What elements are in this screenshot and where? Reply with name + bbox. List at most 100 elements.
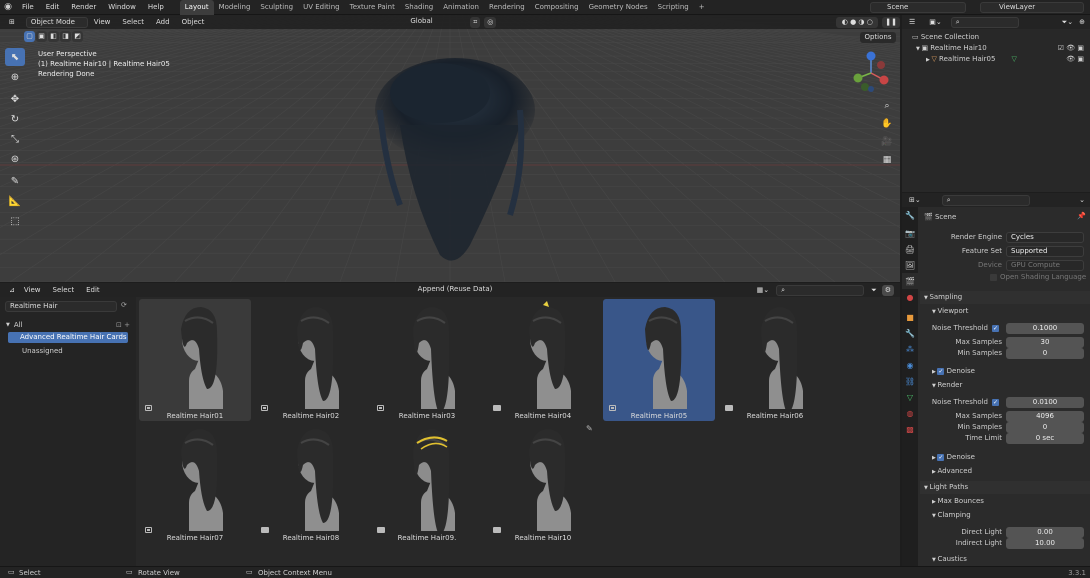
browser-editor-type-icon[interactable]: ⊿ — [6, 285, 18, 296]
select-subtract-icon[interactable]: ◧ — [48, 31, 59, 42]
vp-menu-view[interactable]: View — [88, 15, 117, 30]
hair-model[interactable] — [375, 58, 535, 261]
view-layer-tab-icon[interactable]: 🖼 — [902, 257, 918, 273]
clamping-subpanel-header[interactable]: ▼ Clamping — [920, 509, 1090, 522]
vp-max-field[interactable]: 30 — [1006, 337, 1084, 348]
outliner-editor-type-icon[interactable]: ☰ — [906, 17, 918, 28]
editor-type-icon[interactable]: ⊞ — [6, 17, 18, 28]
asset-tile[interactable]: Realtime Hair03 — [371, 299, 483, 421]
data-tab-icon[interactable]: ▽ — [902, 389, 918, 405]
annotate-tool-icon[interactable]: ✎ — [5, 172, 25, 190]
properties-search-input[interactable]: ⌕ — [941, 194, 1030, 206]
mode-selector[interactable]: Object Mode — [25, 16, 88, 28]
pin-icon[interactable]: 📌 — [1077, 212, 1086, 220]
catalog-unassigned[interactable]: Unassigned — [8, 346, 128, 357]
osl-checkbox[interactable] — [990, 274, 997, 281]
render-tab-icon[interactable]: 📷 — [902, 225, 918, 241]
vp-menu-object[interactable]: Object — [176, 15, 211, 30]
device-dropdown[interactable]: GPU Compute — [1006, 260, 1084, 271]
asset-tile[interactable]: Realtime Hair09. — [371, 421, 483, 543]
settings-gear-icon[interactable]: ⚙ — [881, 284, 895, 296]
time-limit-field[interactable]: 0 sec — [1006, 433, 1084, 444]
transform-tool-icon[interactable]: ⊛ — [5, 150, 25, 168]
outliner-filter-icon[interactable]: ⏷⌄ — [1059, 17, 1076, 28]
menu-window[interactable]: Window — [102, 0, 142, 15]
new-collection-icon[interactable]: ⊕ — [1076, 17, 1088, 28]
r-noise-checkbox[interactable]: ✓ — [992, 399, 999, 406]
rotate-tool-icon[interactable]: ↻ — [5, 110, 25, 128]
world-tab-icon[interactable]: ● — [902, 289, 918, 305]
vp-denoise-checkbox[interactable]: ✓ — [937, 368, 945, 375]
select-invert-icon[interactable]: ◨ — [60, 31, 71, 42]
max-bounces-subpanel-header[interactable]: ▶ Max Bounces — [920, 495, 1090, 508]
asset-tile[interactable]: Realtime Hair04 — [487, 299, 599, 421]
vp-menu-select[interactable]: Select — [116, 15, 150, 30]
scene-tab-icon[interactable]: 🎬 — [902, 273, 918, 289]
physics-tab-icon[interactable]: ◉ — [902, 357, 918, 373]
zoom-icon[interactable]: ⌕ — [878, 97, 896, 115]
asset-tile[interactable]: Realtime Hair05 — [603, 299, 715, 421]
tab-animation[interactable]: Animation — [438, 0, 484, 15]
measure-tool-icon[interactable]: 📐 — [5, 192, 25, 210]
vp-min-field[interactable]: 0 — [1006, 348, 1084, 359]
particles-tab-icon[interactable]: ⁂ — [902, 341, 918, 357]
pan-hand-icon[interactable]: ✋ — [878, 115, 896, 133]
tab-layout[interactable]: Layout — [179, 0, 214, 15]
display-mode-icon[interactable]: ▦⌄ — [754, 285, 772, 296]
constraints-tab-icon[interactable]: ⛓ — [902, 373, 918, 389]
3d-viewport[interactable]: ⊞ Object Mode View Select Add Object Glo… — [0, 15, 900, 282]
r-denoise-checkbox[interactable]: ✓ — [937, 454, 945, 461]
tool-tab-icon[interactable]: 🔧 — [902, 207, 918, 223]
refresh-library-icon[interactable]: ⟳ — [121, 301, 127, 309]
tab-rendering[interactable]: Rendering — [484, 0, 530, 15]
perspective-grid-icon[interactable]: ▦ — [878, 151, 896, 169]
tab-geometry-nodes[interactable]: Geometry Nodes — [584, 0, 653, 15]
asset-library-dropdown[interactable]: Realtime Hair — [5, 301, 117, 312]
blender-logo-icon[interactable]: ◉ — [0, 2, 16, 12]
new-catalog-icon[interactable]: ⊡ + — [116, 321, 130, 329]
tab-shading[interactable]: Shading — [400, 0, 438, 15]
catalog-advanced-hair-cards[interactable]: Advanced Realtime Hair Cards — [8, 332, 128, 343]
import-method-dropdown[interactable]: Append (Reuse Data) ⌄ — [414, 285, 494, 296]
viewport-subpanel-header[interactable]: ▼ Viewport — [920, 305, 1090, 318]
asset-tile[interactable]: Realtime Hair06 — [719, 299, 831, 421]
menu-file[interactable]: File — [16, 0, 40, 15]
options-button[interactable]: Options — [860, 32, 896, 43]
menu-help[interactable]: Help — [142, 0, 170, 15]
scale-tool-icon[interactable]: ⤡ — [5, 130, 25, 148]
object-tab-icon[interactable]: ■ — [902, 309, 918, 325]
properties-options-icon[interactable]: ⌄ — [1076, 195, 1088, 206]
tab-sculpting[interactable]: Sculpting — [255, 0, 298, 15]
asset-tile[interactable]: Realtime Hair07 — [139, 421, 251, 543]
view-layer-selector[interactable]: ViewLayer — [980, 2, 1084, 13]
catalog-all[interactable]: ▼ All ⊡ + — [6, 320, 130, 330]
tab-compositing[interactable]: Compositing — [530, 0, 584, 15]
menu-edit[interactable]: Edit — [40, 0, 66, 15]
indirect-light-field[interactable]: 10.00 — [1006, 538, 1084, 549]
tab-scripting[interactable]: Scripting — [653, 0, 694, 15]
pause-render-icon[interactable]: ❚❚ — [882, 16, 900, 28]
select-intersect-icon[interactable]: ◩ — [72, 31, 83, 42]
select-extend-icon[interactable]: ▣ — [36, 31, 47, 42]
render-engine-dropdown[interactable]: Cycles — [1006, 232, 1084, 243]
visibility-eye-icon[interactable]: ☑ 👁 ▣ — [1058, 43, 1084, 53]
move-tool-icon[interactable]: ✥ — [5, 90, 25, 108]
outliner-item-hair10[interactable]: ▼ ▣ Realtime Hair10 ☑ 👁 ▣ — [916, 43, 1086, 54]
render-subpanel-header[interactable]: ▼ Render — [920, 379, 1090, 392]
asset-tile[interactable]: Realtime Hair08 — [255, 421, 367, 543]
texture-tab-icon[interactable]: ▩ — [902, 421, 918, 437]
snap-icon[interactable]: ⌗ — [470, 16, 481, 28]
tab-modeling[interactable]: Modeling — [214, 0, 256, 15]
browser-menu-edit[interactable]: Edit — [80, 283, 106, 298]
asset-tile[interactable]: Realtime Hair01 — [139, 299, 251, 421]
direct-light-field[interactable]: 0.00 — [1006, 527, 1084, 538]
navigation-gizmo[interactable] — [848, 50, 894, 96]
add-cube-tool-icon[interactable]: ⬚ — [5, 212, 25, 230]
outliner-root[interactable]: ▭ Scene Collection — [912, 32, 979, 42]
light-paths-panel-header[interactable]: ▼ Light Paths — [920, 481, 1090, 494]
transform-orientation[interactable]: Global — [406, 17, 458, 28]
menu-render[interactable]: Render — [65, 0, 102, 15]
properties-editor-type-icon[interactable]: ⊞⌄ — [906, 195, 924, 206]
r-denoise-header[interactable]: ▶ ✓ Denoise — [920, 451, 1090, 464]
modifier-tab-icon[interactable]: 🔧 — [902, 325, 918, 341]
